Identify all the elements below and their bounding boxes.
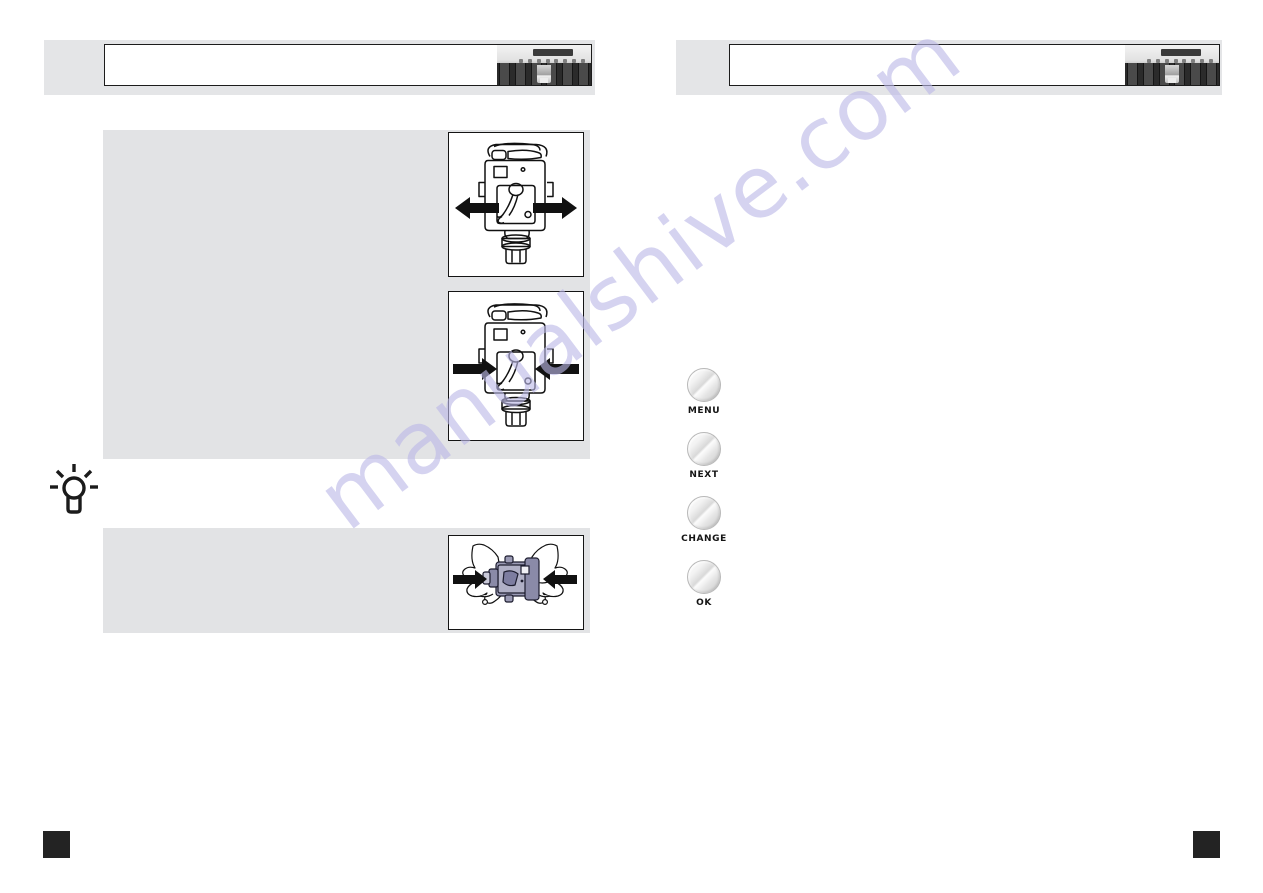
arrow-left-outward-icon: [455, 197, 499, 219]
ok-button-label: OK: [696, 598, 712, 608]
page-spread: MENU NEXT CHANGE OK manualshive.com: [0, 0, 1263, 893]
change-button[interactable]: CHANGE: [676, 496, 732, 544]
arrow-left-inward-icon: [453, 358, 497, 380]
control-panel-buttons: MENU NEXT CHANGE OK: [676, 368, 732, 624]
machine-display-icon: [533, 49, 573, 56]
espresso-machine-photo: [497, 45, 591, 85]
left-page-header-title-box: [104, 44, 592, 86]
next-button-label: NEXT: [689, 470, 719, 480]
espresso-machine-photo: [1125, 45, 1219, 85]
page-corner-marker-right: [1193, 831, 1220, 858]
figure-brew-unit-release: [448, 132, 584, 277]
menu-button[interactable]: MENU: [676, 368, 732, 416]
change-button-label: CHANGE: [681, 534, 727, 544]
figure-brew-unit-insert: [448, 291, 584, 441]
arrow-right-outward-icon: [533, 197, 577, 219]
ok-button-knob-icon[interactable]: [687, 560, 721, 594]
arrow-right-inward-icon: [535, 358, 579, 380]
machine-spout-icon: [1165, 65, 1179, 83]
machine-spout-icon: [537, 65, 551, 83]
change-button-knob-icon[interactable]: [687, 496, 721, 530]
figure-hands-press-unit: [448, 535, 584, 630]
ok-button[interactable]: OK: [676, 560, 732, 608]
next-button-knob-icon[interactable]: [687, 432, 721, 466]
menu-button-knob-icon[interactable]: [687, 368, 721, 402]
right-page-header-title-box: [729, 44, 1220, 86]
hands-brew-unit-diagram: [453, 543, 577, 605]
lightbulb-icon: [50, 464, 98, 514]
next-button[interactable]: NEXT: [676, 432, 732, 480]
page-corner-marker-left: [43, 831, 70, 858]
menu-button-label: MENU: [687, 406, 721, 416]
machine-display-icon: [1161, 49, 1201, 56]
